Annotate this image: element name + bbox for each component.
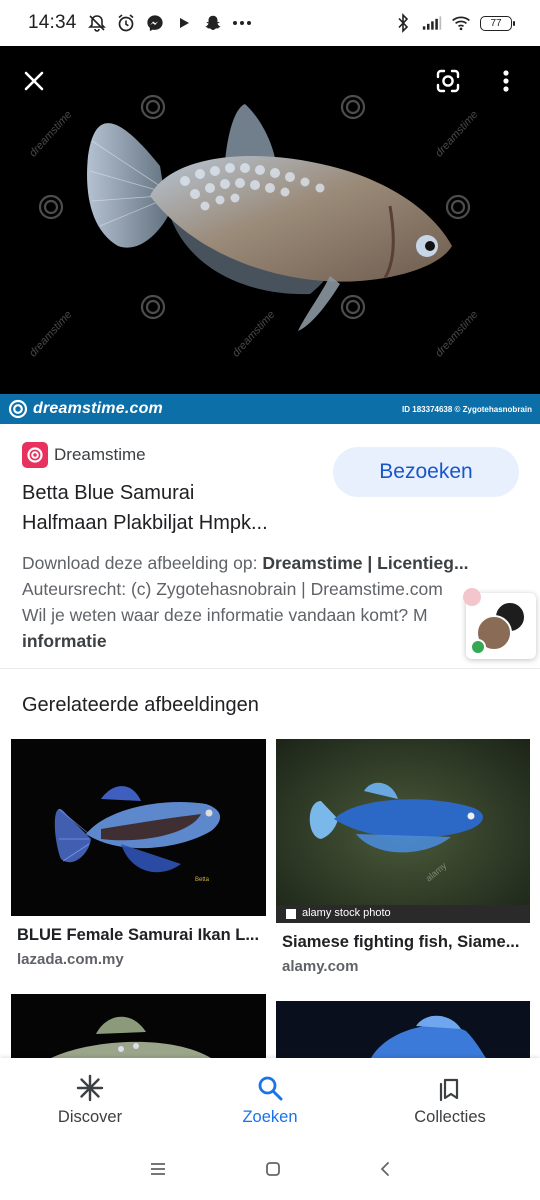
signal-icon: [422, 13, 442, 33]
result-info-panel: Dreamstime Bezoeken Betta Blue Samurai H…: [0, 424, 540, 669]
source-logo-text: dreamstime.com: [33, 400, 163, 417]
result-title[interactable]: Betta Blue Samurai Halfmaan Plakbiljat H…: [22, 478, 322, 538]
nav-collecties-label: Collecties: [414, 1107, 486, 1126]
status-bar: 14:34 77: [0, 0, 540, 46]
recent-apps-icon[interactable]: [149, 1162, 167, 1181]
back-icon[interactable]: [379, 1161, 391, 1182]
related-card-source: lazada.com.my: [17, 951, 124, 968]
nav-discover[interactable]: Discover: [0, 1058, 180, 1142]
dreamstime-logo-icon: [8, 399, 28, 419]
collections-icon: [439, 1078, 459, 1101]
system-icons: 77: [393, 13, 515, 33]
nav-collecties[interactable]: Collecties: [360, 1058, 540, 1142]
watermark-logo-icon: [140, 94, 166, 120]
related-thumbnail: [11, 994, 266, 1058]
betta-fish-image: [87, 104, 452, 331]
bottom-navigation: Discover Zoeken Collecties: [0, 1058, 540, 1142]
related-thumbnail: [276, 1001, 530, 1058]
visit-button[interactable]: Bezoeken: [333, 447, 519, 497]
license-prefix: Download deze afbeelding op:: [22, 553, 263, 573]
divider: [0, 668, 540, 669]
image-source-bar: dreamstime.com ID 183374638 © Zygotehasn…: [0, 394, 540, 424]
dreamstime-favicon-icon: [22, 442, 48, 468]
related-card[interactable]: Betta BLUE Female Samurai Ikan L... laza…: [11, 739, 266, 979]
more-information-link[interactable]: informatie: [22, 631, 107, 651]
more-vert-icon[interactable]: [491, 66, 521, 96]
license-line: Download deze afbeelding op: Dreamstime …: [22, 550, 518, 576]
related-card[interactable]: alamy stock photo alamy Siamese fighting…: [276, 739, 530, 979]
discover-asterisk-icon: [76, 1074, 104, 1101]
home-icon[interactable]: [265, 1161, 281, 1182]
watermark-logo-icon: [140, 294, 166, 320]
play-icon: [174, 13, 194, 33]
more-dots-icon: [232, 13, 252, 33]
messenger-icon: [145, 13, 165, 33]
result-title-line-2: Halfmaan Plakbiljat Hmpk...: [22, 512, 268, 534]
close-icon[interactable]: [19, 66, 49, 96]
google-image-result-page: 14:34 77 dreamstime dreamstime dreamstim…: [0, 0, 540, 1200]
related-card-title: BLUE Female Samurai Ikan L...: [17, 926, 260, 944]
nav-discover-label: Discover: [57, 1107, 123, 1126]
info-source-line: Wil je weten waar deze informatie vandaa…: [22, 605, 428, 625]
system-navigation-bar: [0, 1142, 540, 1200]
watermark-logo-icon: [340, 294, 366, 320]
wifi-icon: [451, 13, 471, 33]
site-name: Dreamstime: [54, 445, 146, 464]
watermark-logo-icon: [38, 194, 64, 220]
snapchat-icon: [203, 13, 223, 33]
battery-icon: 77: [480, 15, 515, 31]
alarm-icon: [116, 13, 136, 33]
result-meta: Download deze afbeelding op: Dreamstime …: [22, 550, 518, 654]
related-thumbnail: alamy stock photo alamy: [276, 739, 530, 923]
related-card-title: Siamese fighting fish, Siame...: [282, 933, 520, 951]
notification-icons: [87, 13, 252, 33]
result-title-line-1: Betta Blue Samurai: [22, 482, 195, 504]
nav-zoeken[interactable]: Zoeken: [180, 1058, 360, 1142]
bubble-indicator: [463, 588, 481, 606]
site-row[interactable]: Dreamstime: [22, 442, 146, 468]
copyright-line: Auteursrecht: (c) Zygotehasnobrain | Dre…: [22, 579, 443, 599]
bluetooth-icon: [393, 13, 413, 33]
related-card[interactable]: [276, 1001, 530, 1058]
nav-zoeken-label: Zoeken: [242, 1107, 298, 1126]
watermark-logo-icon: [340, 94, 366, 120]
source-credit: ID 183374638 © Zygotehasnobrain: [402, 404, 532, 414]
messenger-badge-icon: [470, 639, 486, 655]
muted-notification-icon: [87, 13, 107, 33]
watermark-logo-icon: [445, 194, 471, 220]
alamy-badge-text: alamy stock photo: [302, 907, 391, 919]
related-heading: Gerelateerde afbeeldingen: [22, 694, 259, 716]
google-lens-icon[interactable]: [433, 66, 463, 96]
related-card-source: alamy.com: [282, 958, 359, 975]
search-icon: [258, 1076, 283, 1100]
license-link[interactable]: Dreamstime | Licentieg...: [262, 553, 468, 573]
related-thumbnail: Betta: [11, 739, 266, 916]
status-time: 14:34: [28, 12, 77, 33]
svg-text:Betta: Betta: [195, 877, 210, 883]
related-card[interactable]: [11, 994, 266, 1058]
image-preview[interactable]: dreamstime dreamstime dreamstime dreamst…: [0, 46, 540, 394]
